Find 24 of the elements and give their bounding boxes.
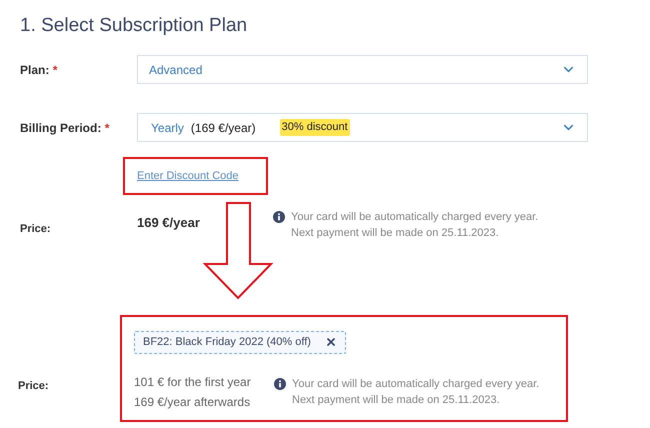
field-label: Billing Period:: [20, 120, 102, 134]
info-icon: [274, 378, 286, 390]
price-value: 169 €/year: [137, 214, 201, 232]
note-text: Next payment will be made on 25.11.2023.: [291, 226, 500, 241]
note-text: Next payment will be made on 25.11.2023.: [292, 392, 501, 408]
price-line: 169 €/year afterwards: [134, 394, 252, 411]
price-line: 101 € for the first year: [134, 374, 252, 391]
select-value: Yearly: [151, 120, 184, 136]
section-heading: 1. Select Subscription Plan: [20, 14, 248, 38]
price-text: (169 €/year): [190, 120, 256, 136]
required-mark: *: [52, 62, 58, 76]
field-label: Price:: [18, 380, 49, 392]
info-icon: [273, 211, 285, 223]
plan-select[interactable]: Advanced: [137, 55, 588, 84]
field-label: Plan:: [20, 62, 50, 76]
note-text: Your card will be automatically charged every year.: [291, 210, 538, 225]
discount-badge: 30% discount: [280, 119, 350, 136]
discount-code-link[interactable]: Enter Discount Code: [137, 168, 238, 184]
discount-code-chip: BF22: Black Friday 2022 (40% off): [134, 330, 346, 354]
close-icon[interactable]: [324, 336, 337, 348]
billing-period-select[interactable]: Yearly (169 €/year) 30% discount: [137, 113, 588, 142]
required-mark: *: [104, 120, 110, 134]
field-label: Price:: [20, 223, 51, 235]
note-text: Your card will be automatically charged every year.: [292, 376, 540, 392]
